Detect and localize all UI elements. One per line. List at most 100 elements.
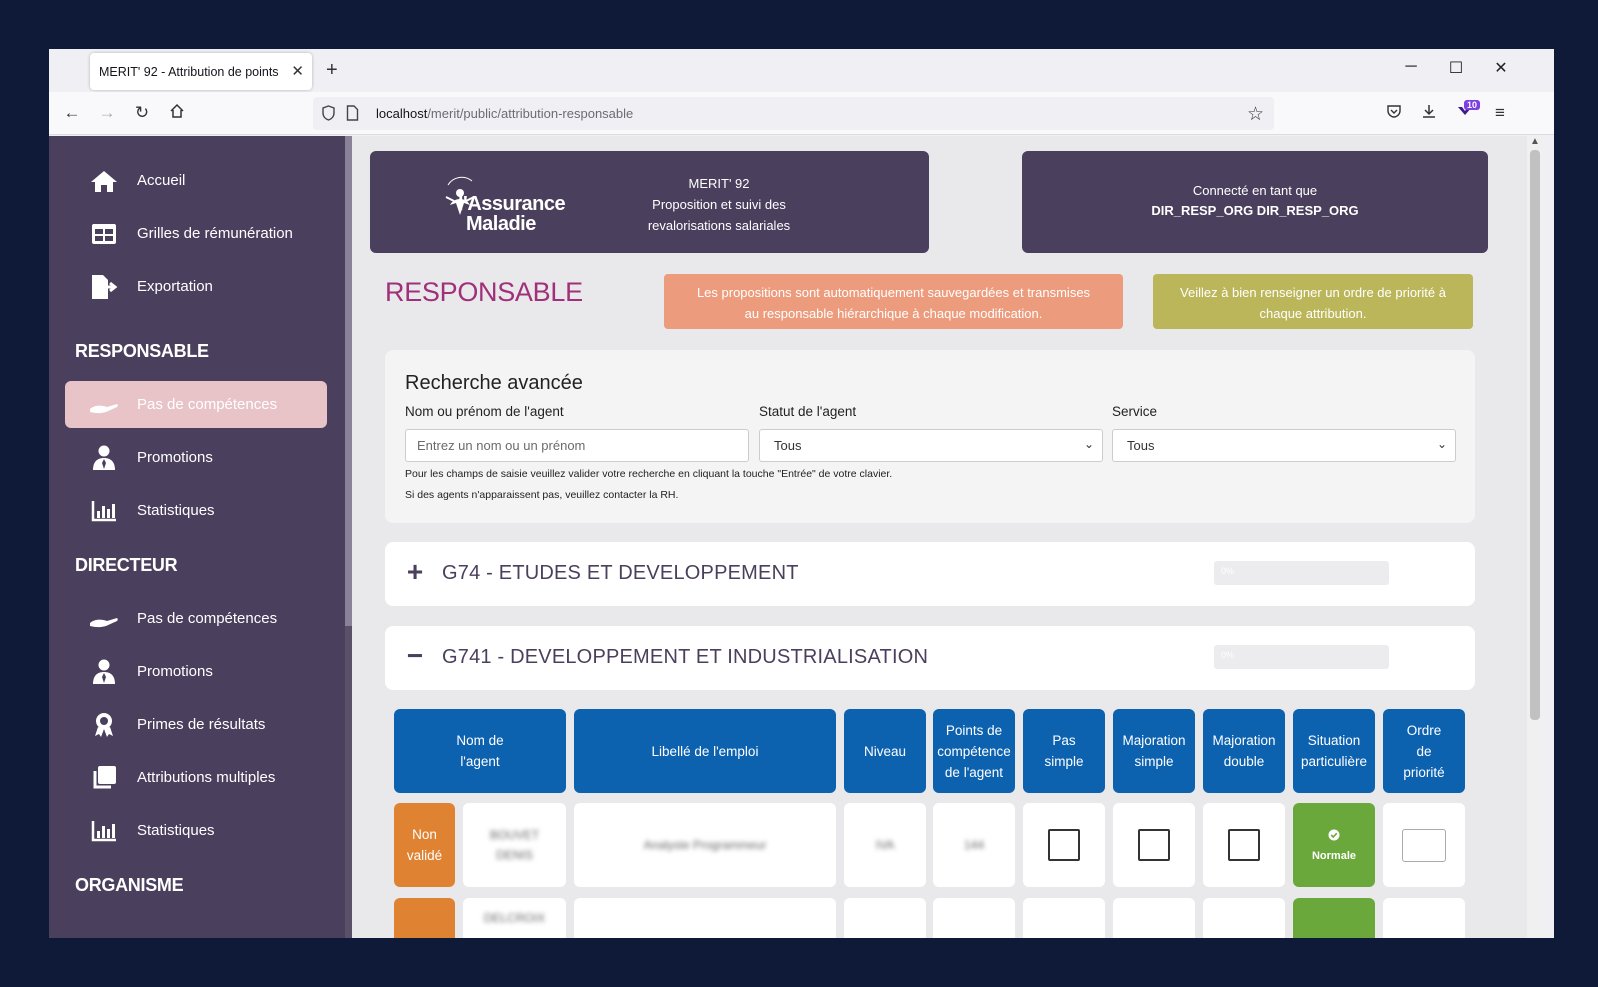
- app-header-card: l'Assurance Maladie MERIT' 92 Propositio…: [370, 151, 929, 253]
- group-row-g74[interactable]: + G74 - ETUDES ET DEVELOPPEMENT 0%: [385, 542, 1475, 606]
- col-header-majoration-simple[interactable]: Majoration simple: [1113, 709, 1195, 793]
- advanced-search-panel: Recherche avancée Nom ou prénom de l'age…: [385, 350, 1475, 523]
- shield-icon[interactable]: [321, 105, 336, 126]
- majoration-double-checkbox[interactable]: [1228, 829, 1260, 861]
- user-card: Connecté en tant que DIR_RESP_ORG DIR_RE…: [1022, 151, 1488, 253]
- priority-input[interactable]: [1402, 828, 1446, 862]
- name-field-label: Nom ou prénom de l'agent: [405, 404, 564, 419]
- new-tab-icon[interactable]: +: [326, 59, 338, 82]
- cell-job-title: Analyste Programmeur: [574, 803, 836, 887]
- search-title: Recherche avancée: [405, 372, 583, 394]
- col-header-text: simple: [1044, 754, 1084, 769]
- url-text[interactable]: localhost/merit/public/attribution-respo…: [376, 106, 633, 121]
- group-row-g741[interactable]: − G741 - DEVELOPPEMENT ET INDUSTRIALISAT…: [385, 626, 1475, 690]
- pas-simple-checkbox[interactable]: [1048, 829, 1080, 861]
- page-scroll-thumb[interactable]: [1530, 150, 1540, 720]
- reload-icon[interactable]: ↻: [131, 103, 153, 123]
- home-icon: [88, 169, 120, 193]
- col-header-pas-simple[interactable]: Pas simple: [1023, 709, 1105, 793]
- col-header-text: Majoration: [1212, 733, 1276, 748]
- col-header-text: Situation: [1307, 733, 1361, 748]
- situation-button-normale[interactable]: [1293, 898, 1375, 938]
- collapse-icon[interactable]: −: [403, 642, 427, 670]
- col-header-agent-name[interactable]: Nom de l'agent: [394, 709, 566, 793]
- back-icon[interactable]: ←: [61, 103, 83, 123]
- sidebar-item-accueil[interactable]: Accueil: [65, 157, 327, 204]
- cell-level: [844, 898, 926, 938]
- sidebar-item-dir-attributions[interactable]: Attributions multiples: [65, 754, 327, 801]
- col-header-text: de: [1416, 743, 1432, 759]
- service-select[interactable]: Tous ⌄: [1112, 429, 1456, 462]
- page-content: Accueil Grilles de rémunération Exportat…: [49, 136, 1554, 938]
- col-header-text: particulière: [1300, 754, 1368, 769]
- sidebar-item-dir-primes[interactable]: Primes de résultats: [65, 701, 327, 748]
- scroll-up-icon[interactable]: ▲: [1530, 136, 1540, 147]
- sidebar-scrollbar[interactable]: [345, 136, 352, 938]
- sidebar-item-grilles[interactable]: Grilles de rémunération: [65, 210, 327, 257]
- col-header-job-title[interactable]: Libellé de l'emploi: [574, 709, 836, 793]
- sidebar-item-resp-promotions[interactable]: Promotions: [65, 434, 327, 481]
- cell-pas-simple: [1023, 803, 1105, 887]
- section-heading-organisme: ORGANISME: [75, 875, 184, 895]
- points-text: 144: [963, 838, 985, 852]
- tab-title: MERIT' 92 - Attribution de points: [99, 64, 279, 79]
- majoration-simple-checkbox[interactable]: [1138, 829, 1170, 861]
- cell-pas-simple: [1023, 898, 1105, 938]
- col-header-text: compétence: [937, 743, 1011, 759]
- level-text: IVA: [875, 838, 895, 852]
- col-header-competence-points[interactable]: Points de compétence de l'agent: [933, 709, 1015, 793]
- situation-button-normale[interactable]: Normale: [1293, 803, 1375, 887]
- browser-window: MERIT' 92 - Attribution de points ✕ + ─ …: [49, 49, 1554, 938]
- group-title: G741 - DEVELOPPEMENT ET INDUSTRIALISATIO…: [442, 646, 929, 668]
- download-icon[interactable]: [1418, 103, 1440, 124]
- page-icon: [346, 105, 359, 126]
- forward-icon[interactable]: →: [96, 103, 118, 123]
- sidebar-item-dir-statistiques[interactable]: Statistiques: [65, 807, 327, 854]
- sidebar-scroll-thumb[interactable]: [345, 136, 352, 626]
- col-header-level[interactable]: Niveau: [844, 709, 926, 793]
- status-select[interactable]: Tous ⌄: [759, 429, 1103, 462]
- bookmark-star-icon[interactable]: ☆: [1247, 103, 1264, 126]
- cell-majoration-simple: [1113, 898, 1195, 938]
- col-header-situation[interactable]: Situation particulière: [1293, 709, 1375, 793]
- sidebar-item-resp-statistiques[interactable]: Statistiques: [65, 487, 327, 534]
- pocket-icon[interactable]: [1383, 103, 1405, 124]
- page-scrollbar[interactable]: ▲: [1527, 136, 1543, 938]
- navigation-bar: ← → ↻ localhost/merit/public/attribution…: [49, 92, 1554, 135]
- section-heading-responsable: RESPONSABLE: [75, 341, 209, 361]
- sidebar-item-exportation[interactable]: Exportation: [65, 263, 327, 310]
- sidebar-item-label: Statistiques: [137, 502, 215, 519]
- close-window-icon[interactable]: ✕: [1491, 58, 1511, 78]
- cell-majoration-simple: [1113, 803, 1195, 887]
- sidebar-item-label: Attributions multiples: [137, 769, 276, 786]
- col-header-text: Points de: [945, 722, 1003, 738]
- logo-text-line2: Maladie: [466, 213, 536, 235]
- name-search-input[interactable]: Entrez un nom ou un prénom: [405, 429, 749, 462]
- home-nav-icon[interactable]: [166, 103, 188, 124]
- group-title: G74 - ETUDES ET DEVELOPPEMENT: [442, 562, 799, 584]
- sidebar-item-dir-promotions[interactable]: Promotions: [65, 648, 327, 695]
- sidebar-item-dir-pas-competences[interactable]: Pas de compétences: [65, 595, 327, 642]
- sidebar-item-label: Pas de compétences: [137, 610, 278, 627]
- maximize-icon[interactable]: ☐: [1446, 58, 1466, 78]
- status-field-label: Statut de l'agent: [759, 404, 857, 419]
- col-header-text: double: [1223, 754, 1265, 769]
- col-header-priority[interactable]: Ordre de priorité: [1383, 709, 1465, 793]
- menu-icon[interactable]: ≡: [1489, 103, 1511, 123]
- award-icon: [88, 712, 120, 738]
- expand-icon[interactable]: +: [403, 558, 427, 586]
- sidebar-item-resp-pas-competences[interactable]: Pas de compétences: [65, 381, 327, 428]
- col-header-text: priorité: [1403, 764, 1445, 780]
- extension-icon[interactable]: 10: [1454, 100, 1480, 126]
- notice-priority-line1: Veillez à bien renseigner un ordre de pr…: [1180, 285, 1446, 300]
- search-hint-1: Pour les champs de saisie veuillez valid…: [405, 468, 893, 480]
- close-tab-icon[interactable]: ✕: [291, 62, 304, 80]
- cell-points: 144: [933, 803, 1015, 887]
- col-header-majoration-double[interactable]: Majoration double: [1203, 709, 1285, 793]
- url-bar[interactable]: localhost/merit/public/attribution-respo…: [313, 97, 1274, 130]
- browser-tab[interactable]: MERIT' 92 - Attribution de points ✕: [90, 53, 312, 90]
- status-badge-not-validated: Non validé: [394, 803, 455, 887]
- sidebar-item-label: Exportation: [137, 278, 213, 295]
- section-heading-directeur: DIRECTEUR: [75, 555, 178, 575]
- minimize-icon[interactable]: ─: [1401, 58, 1421, 76]
